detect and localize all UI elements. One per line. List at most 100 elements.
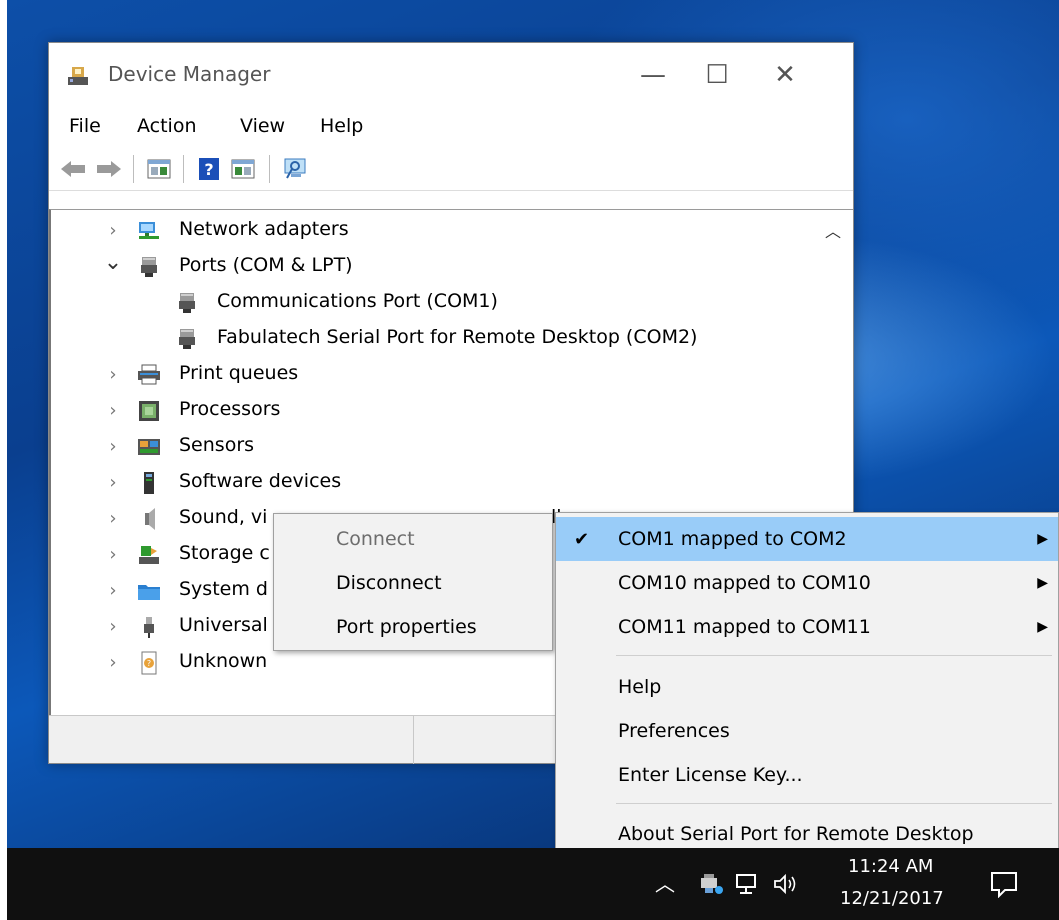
tree-category-item[interactable]: ⌄ Ports (COM & LPT) <box>51 250 811 284</box>
tree-item-label: Communications Port (COM1) <box>217 290 498 312</box>
tree-item-label: Storage c <box>179 542 270 564</box>
chevron-right-icon[interactable]: › <box>103 508 123 529</box>
svg-text:?: ? <box>147 659 151 668</box>
speaker-icon <box>145 508 155 530</box>
chevron-right-icon[interactable]: › <box>103 436 123 457</box>
chevron-right-icon[interactable]: › <box>103 544 123 565</box>
tree-category-item[interactable]: › Network adapters <box>51 214 811 248</box>
show-hidden-icons-icon[interactable]: ︿ <box>655 874 675 894</box>
tree-child-item[interactable]: Fabulatech Serial Port for Remote Deskto… <box>51 322 811 356</box>
tree-item-label: System d <box>179 578 268 600</box>
sensor-icon <box>138 439 160 455</box>
tree-category-item[interactable]: › Processors <box>51 394 811 428</box>
network-adapter-icon <box>139 222 159 239</box>
volume-icon[interactable] <box>772 872 800 896</box>
title-bar[interactable]: Device Manager — ☐ ✕ <box>49 43 853 107</box>
tray-context-menu: ✔ COM1 mapped to COM2 ▶ COM10 mapped to … <box>555 512 1059 860</box>
device-manager-icon <box>68 67 88 85</box>
taskbar-date[interactable]: 12/21/2017 <box>840 888 950 909</box>
tree-item-label: Unknown <box>179 650 268 672</box>
tree-item-label: Print queues <box>179 362 299 384</box>
tree-item-label: Sound, vi <box>179 506 268 528</box>
chevron-right-icon[interactable]: › <box>103 364 123 385</box>
forward-button[interactable] <box>95 155 123 183</box>
scan-hardware-icon <box>284 158 306 179</box>
action-pane-button[interactable] <box>229 155 257 183</box>
menu-view[interactable]: View <box>240 115 285 137</box>
menu-item-help[interactable]: Help <box>556 665 1058 709</box>
connect-label: Connect <box>336 528 415 550</box>
system-folder-icon <box>138 585 160 600</box>
tree-item-label: Ports (COM & LPT) <box>179 254 353 276</box>
chevron-right-icon[interactable]: › <box>103 580 123 601</box>
menu-item-com11-mapping[interactable]: COM11 mapped to COM11 ▶ <box>556 605 1058 649</box>
printer-icon <box>138 364 160 385</box>
menu-item-disconnect[interactable]: Disconnect <box>274 561 552 605</box>
chevron-right-icon[interactable]: › <box>103 472 123 493</box>
maximize-button[interactable]: ☐ <box>689 55 745 95</box>
chevron-right-icon[interactable]: › <box>103 220 123 241</box>
software-device-icon <box>144 472 154 494</box>
show-hide-console-tree-button[interactable] <box>145 155 173 183</box>
port-icon <box>179 329 195 349</box>
storage-icon <box>139 546 159 564</box>
close-icon: ✕ <box>774 60 796 90</box>
menu-item-com10-mapping[interactable]: COM10 mapped to COM10 ▶ <box>556 561 1058 605</box>
com10-mapping-label: COM10 mapped to COM10 <box>618 572 871 594</box>
taskbar-time[interactable]: 11:24 AM <box>848 856 948 877</box>
submenu-arrow-icon: ▶ <box>1037 619 1048 635</box>
tree-category-item[interactable]: › Software devices <box>51 466 811 500</box>
menu-item-preferences[interactable]: Preferences <box>556 709 1058 753</box>
maximize-icon: ☐ <box>705 60 729 90</box>
scroll-up-icon[interactable]: ︿ <box>825 218 841 242</box>
com11-mapping-label: COM11 mapped to COM11 <box>618 616 871 638</box>
action-center-icon[interactable] <box>989 870 1019 898</box>
close-button[interactable]: ✕ <box>757 55 813 95</box>
tree-item-label: Sensors <box>179 434 255 456</box>
tree-item-label: Fabulatech Serial Port for Remote Deskto… <box>217 326 698 348</box>
tree-category-item[interactable]: › Print queues <box>51 358 811 392</box>
forward-arrow-icon <box>97 161 121 177</box>
toolbar: ? <box>49 147 853 191</box>
tree-item-label: Processors <box>179 398 281 420</box>
toolbar-separator <box>269 155 270 183</box>
chevron-right-icon[interactable]: › <box>103 400 123 421</box>
tree-child-item[interactable]: Communications Port (COM1) <box>51 286 811 320</box>
tree-item-label: Universal <box>179 614 268 636</box>
serial-port-tray-icon[interactable] <box>697 872 723 896</box>
menu-help[interactable]: Help <box>320 115 363 137</box>
network-icon[interactable] <box>734 872 760 896</box>
disconnect-label: Disconnect <box>336 572 442 594</box>
menu-item-com1-mapping[interactable]: ✔ COM1 mapped to COM2 ▶ <box>556 517 1058 561</box>
toolbar-separator <box>183 155 184 183</box>
port-context-menu: Connect Disconnect Port properties <box>273 513 553 651</box>
help-label: Help <box>618 676 662 698</box>
processor-icon <box>139 401 159 421</box>
tree-item-label: Software devices <box>179 470 342 492</box>
help-icon: ? <box>199 158 219 180</box>
chevron-down-icon[interactable]: ⌄ <box>103 250 123 275</box>
checkmark-icon: ✔ <box>574 528 590 550</box>
menu-separator <box>616 803 1052 804</box>
port-icon <box>141 257 157 277</box>
menu-item-enter-license-key[interactable]: Enter License Key... <box>556 753 1058 797</box>
chevron-right-icon[interactable]: › <box>103 652 123 673</box>
submenu-arrow-icon: ▶ <box>1037 575 1048 591</box>
svg-text:?: ? <box>204 160 213 179</box>
chevron-right-icon[interactable]: › <box>103 616 123 637</box>
toolbar-separator <box>133 155 134 183</box>
menu-item-port-properties[interactable]: Port properties <box>274 605 552 649</box>
back-button[interactable] <box>59 155 87 183</box>
help-button[interactable]: ? <box>195 155 223 183</box>
menu-separator <box>616 655 1052 656</box>
back-arrow-icon <box>61 161 85 177</box>
menu-item-connect[interactable]: Connect <box>274 517 552 561</box>
port-properties-label: Port properties <box>336 616 477 638</box>
menu-file[interactable]: File <box>69 115 101 137</box>
minimize-button[interactable]: — <box>625 55 681 95</box>
scan-hardware-button[interactable] <box>281 155 309 183</box>
menu-action[interactable]: Action <box>137 115 197 137</box>
usb-icon <box>144 617 154 638</box>
tree-category-item[interactable]: › Sensors <box>51 430 811 464</box>
preferences-label: Preferences <box>618 720 730 742</box>
